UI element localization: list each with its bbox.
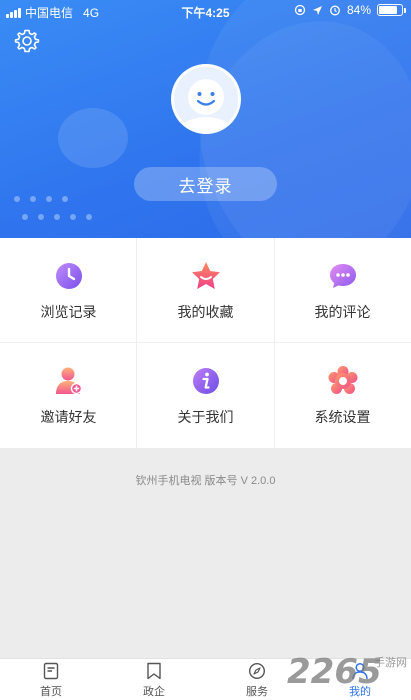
- tab-government[interactable]: 政企: [103, 659, 205, 700]
- menu-item-label: 我的收藏: [177, 304, 234, 320]
- login-button[interactable]: 去登录: [134, 167, 277, 201]
- compass-icon: [248, 662, 266, 680]
- settings-button[interactable]: [14, 28, 40, 54]
- version-text: 钦州手机电视 版本号 V 2.0.0: [135, 475, 276, 487]
- battery-icon: [377, 4, 406, 16]
- menu-item-settings[interactable]: 系统设置: [274, 343, 411, 448]
- menu-item-label: 浏览记录: [40, 304, 97, 320]
- header-decoration: [58, 108, 128, 168]
- alarm-icon: [330, 5, 340, 16]
- tab-label: 首页: [40, 686, 62, 698]
- watermark-sub: 手游网: [374, 657, 407, 669]
- menu-item-invite[interactable]: 邀请好友: [0, 343, 137, 448]
- document-icon: [43, 662, 59, 680]
- header-dots: [14, 196, 124, 226]
- bookmark-icon: [147, 662, 161, 680]
- avatar[interactable]: [171, 64, 241, 134]
- info-icon: [193, 368, 219, 394]
- menu-item-label: 关于我们: [177, 409, 234, 425]
- tab-home[interactable]: 首页: [0, 659, 102, 700]
- menu-item-label: 系统设置: [314, 409, 371, 425]
- status-bar: 中国电信 4G 下午4:25 84%: [0, 0, 411, 22]
- menu-item-about[interactable]: 关于我们: [137, 343, 274, 448]
- star-icon: [192, 262, 220, 289]
- location-icon: [312, 5, 322, 15]
- battery-percent: 84%: [346, 3, 371, 17]
- smiley-avatar-icon: [180, 79, 232, 131]
- menu-item-history[interactable]: 浏览记录: [0, 238, 137, 343]
- menu-grid: 浏览记录 我的收藏 我的评论 邀请好友 关于我们 系统设置: [0, 238, 411, 448]
- flower-gear-icon: [328, 366, 358, 394]
- rotation-lock-icon: [294, 4, 306, 16]
- menu-item-label: 我的评论: [314, 304, 371, 320]
- tab-label: 政企: [143, 686, 165, 698]
- profile-header: 中国电信 4G 下午4:25 84% 去登录: [0, 0, 411, 238]
- menu-item-favorites[interactable]: 我的收藏: [137, 238, 274, 343]
- menu-item-label: 邀请好友: [40, 409, 97, 425]
- watermark: 2265 手游网: [287, 650, 407, 698]
- watermark-logo: 2265: [287, 652, 382, 692]
- menu-item-comments[interactable]: 我的评论: [274, 238, 411, 343]
- gear-icon: [14, 29, 40, 53]
- add-user-icon: [56, 367, 83, 395]
- clock-icon: [56, 263, 82, 289]
- chat-bubble-icon: [330, 264, 356, 288]
